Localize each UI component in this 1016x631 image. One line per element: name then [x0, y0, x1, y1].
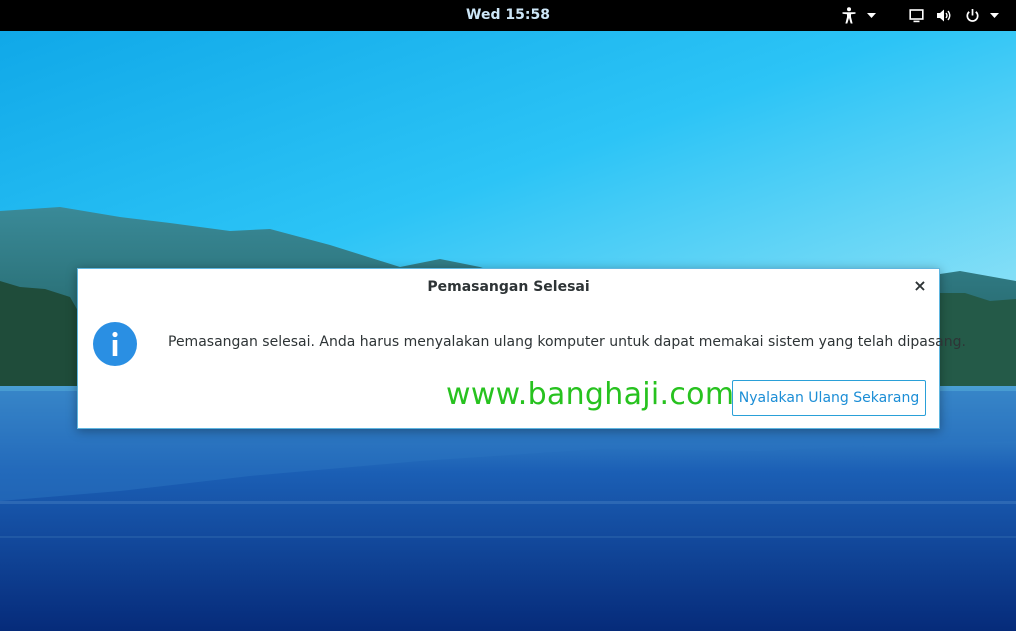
top-bar: Wed 15:58: [0, 0, 1016, 31]
dialog-message: Pemasangan selesai. Anda harus menyalaka…: [168, 334, 966, 350]
accessibility-icon[interactable]: [841, 7, 857, 24]
close-button[interactable]: ×: [911, 277, 929, 295]
chevron-down-icon[interactable]: [866, 7, 877, 24]
dialog-title: Pemasangan Selesai: [427, 279, 590, 295]
restart-now-button[interactable]: Nyalakan Ulang Sekarang: [732, 380, 926, 416]
watermark-text: www.banghaji.com: [446, 377, 735, 412]
info-icon: [93, 322, 137, 366]
installation-complete-dialog: Pemasangan Selesai × Pemasangan selesai.…: [77, 268, 966, 429]
power-icon[interactable]: [965, 7, 980, 24]
display-icon[interactable]: [909, 7, 924, 24]
clock[interactable]: Wed 15:58: [0, 0, 1016, 31]
chevron-down-icon[interactable]: [989, 7, 1000, 24]
volume-icon[interactable]: [936, 7, 952, 24]
